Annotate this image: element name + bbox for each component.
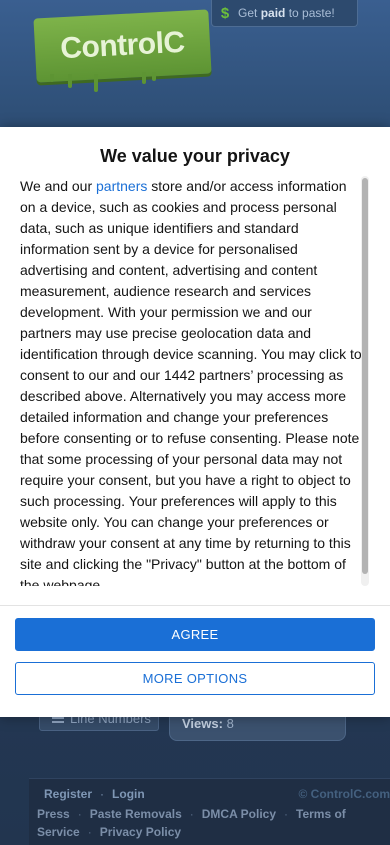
dollar-icon: $ <box>220 4 230 22</box>
privacy-consent-dialog: We value your privacy We and our partner… <box>0 127 390 717</box>
consent-text-rest: store and/or access information on a dev… <box>20 178 362 586</box>
footer-link-dmca[interactable]: DMCA Policy <box>202 807 276 821</box>
consent-body-text[interactable]: We and our partners store and/or access … <box>20 176 362 586</box>
consent-title: We value your privacy <box>100 146 290 166</box>
get-paid-banner[interactable]: $ Get paid to paste! <box>211 0 358 27</box>
views-label: Views: <box>182 716 223 731</box>
logo-text: ControlC <box>59 25 186 66</box>
get-paid-text: Get paid to paste! <box>238 6 335 20</box>
consent-text-start: We and our <box>20 178 97 194</box>
partners-link[interactable]: partners <box>96 178 147 194</box>
consent-scrollbar[interactable] <box>361 176 369 586</box>
views-value: 8 <box>226 716 234 731</box>
copyright-text: © ControlC.com <box>298 787 390 801</box>
account-links: Register · Login <box>44 787 145 801</box>
register-link[interactable]: Register <box>44 787 92 801</box>
agree-button[interactable]: AGREE <box>15 618 375 651</box>
scrollbar-thumb[interactable] <box>362 178 368 574</box>
dialog-divider <box>0 605 390 606</box>
footer-link-press[interactable]: Press <box>37 807 70 821</box>
site-footer: Register · Login © ControlC.com Press · Past… <box>29 778 390 845</box>
footer-links: Press · Paste Removals · DMCA Policy · Terms o… <box>37 807 346 839</box>
footer-link-privacy[interactable]: Privacy Policy <box>100 825 181 839</box>
login-link[interactable]: Login <box>112 787 145 801</box>
site-logo[interactable]: ControlC <box>33 9 212 83</box>
footer-link-paste-removals[interactable]: Paste Removals <box>90 807 182 821</box>
more-options-button[interactable]: MORE OPTIONS <box>15 662 375 695</box>
